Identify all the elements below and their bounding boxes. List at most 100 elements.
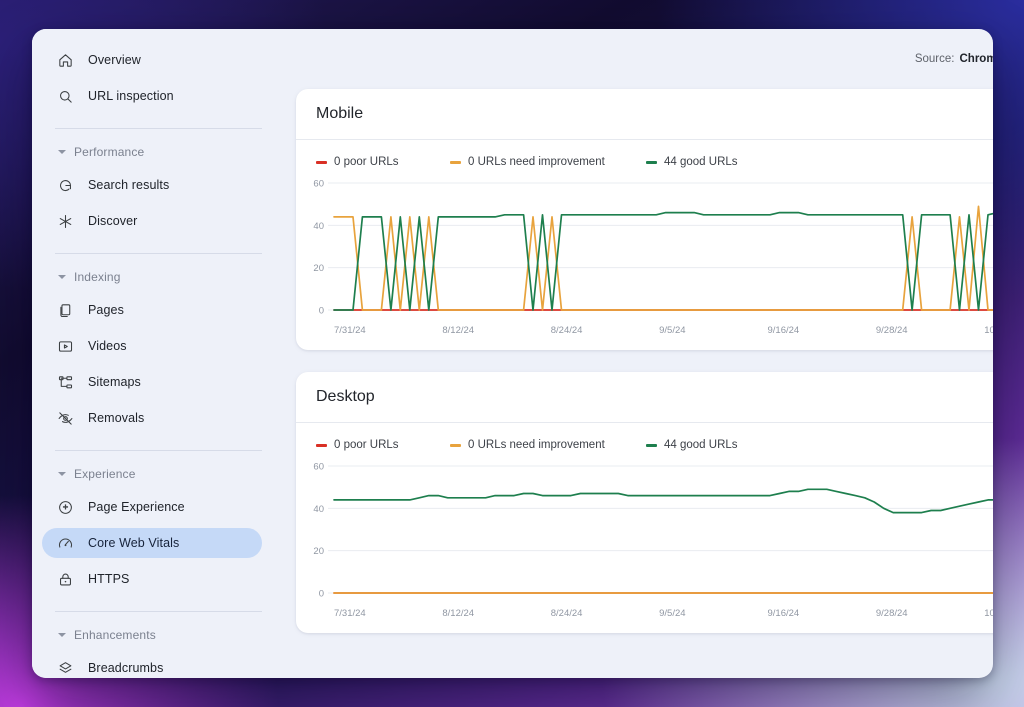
x-axis-mobile: 7/31/24 8/12/24 8/24/24 9/5/24 9/16/24 9/28/2… bbox=[296, 322, 993, 336]
legend-swatch bbox=[316, 443, 327, 447]
legend-item-2: 44 good URLs bbox=[646, 156, 738, 168]
chart-desktop: 0 20 40 60 bbox=[313, 462, 993, 600]
svg-text:0: 0 bbox=[319, 589, 324, 600]
sidebar-divider bbox=[55, 253, 262, 254]
sidebar-item-removals[interactable]: Removals bbox=[42, 403, 262, 433]
chart-mobile: 0 20 40 60 bbox=[313, 179, 993, 317]
card-title: Desktop bbox=[316, 388, 375, 405]
sidebar-group-label: Experience bbox=[74, 467, 136, 481]
x-axis-tick: 7/31/24 bbox=[334, 608, 366, 619]
sidebar-group-performance[interactable]: Performance bbox=[42, 140, 262, 164]
sidebar-item-core-web-vitals[interactable]: Core Web Vitals bbox=[42, 528, 262, 558]
legend-item-1: 0 URLs need improvement bbox=[450, 439, 646, 451]
speedometer-icon bbox=[57, 535, 74, 552]
legend-swatch bbox=[646, 160, 657, 164]
svg-text:0: 0 bbox=[319, 306, 324, 317]
svg-text:20: 20 bbox=[313, 263, 324, 274]
legend-item-1: 0 URLs need improvement bbox=[450, 156, 646, 168]
google-g-icon bbox=[57, 177, 74, 194]
svg-text:20: 20 bbox=[313, 546, 324, 557]
eye-off-icon bbox=[57, 410, 74, 427]
sidebar-group-enhancements[interactable]: Enhancements bbox=[42, 623, 262, 647]
card-header: Mobile OPEN REPORT bbox=[296, 89, 993, 140]
sidebar-group-label: Enhancements bbox=[74, 628, 156, 642]
sidebar-item-discover[interactable]: Discover bbox=[42, 206, 262, 236]
sidebar-item-label: Search results bbox=[88, 178, 170, 192]
sidebar-group-indexing[interactable]: Indexing bbox=[42, 265, 262, 289]
chart-area-mobile[interactable]: 0 20 40 60 bbox=[296, 174, 993, 322]
x-axis-tick: 8/12/24 bbox=[442, 325, 475, 336]
sidebar-item-label: URL inspection bbox=[88, 89, 174, 103]
sidebar-item-overview[interactable]: Overview bbox=[42, 45, 262, 75]
pages-icon bbox=[57, 302, 74, 319]
legend-label: 0 URLs need improvement bbox=[468, 156, 605, 168]
source-value: Chrome UX report bbox=[959, 53, 993, 65]
sidebar-item-page-experience[interactable]: Page Experience bbox=[42, 492, 262, 522]
sidebar-item-label: Sitemaps bbox=[88, 375, 141, 389]
chart-legend: 0 poor URLs 0 URLs need improvement 44 g… bbox=[296, 140, 993, 174]
video-icon bbox=[57, 338, 74, 355]
sidebar-item-label: Removals bbox=[88, 411, 145, 425]
legend-item-2: 44 good URLs bbox=[646, 439, 738, 451]
legend-swatch bbox=[316, 160, 327, 164]
sidebar-item-url-inspection[interactable]: URL inspection bbox=[42, 81, 262, 111]
sidebar-groups: Performance Search results Discover Inde… bbox=[32, 128, 286, 678]
x-axis-tick: 9/28/24 bbox=[875, 325, 908, 336]
sidebar-item-sitemaps[interactable]: Sitemaps bbox=[42, 367, 262, 397]
svg-text:60: 60 bbox=[313, 179, 324, 190]
sidebar-item-https[interactable]: HTTPS bbox=[42, 564, 262, 594]
search-console-window: Overview URL inspection Performance Sear… bbox=[32, 29, 993, 678]
legend-item-0: 0 poor URLs bbox=[316, 439, 450, 451]
x-axis-tick: 8/24/24 bbox=[550, 608, 583, 619]
source-label: Source: bbox=[914, 53, 955, 65]
sidebar-item-breadcrumbs[interactable]: Breadcrumbs bbox=[42, 653, 262, 678]
chart-area-desktop[interactable]: 0 20 40 60 bbox=[296, 457, 993, 605]
main-content: Source: Chrome UX report ? Last updated:… bbox=[286, 29, 993, 678]
x-axis-tick: 7/31/24 bbox=[334, 325, 366, 336]
sidebar-divider bbox=[55, 450, 262, 451]
x-axis-tick: 9/5/24 bbox=[659, 608, 686, 619]
sidebar-divider bbox=[55, 128, 262, 129]
legend-swatch bbox=[646, 443, 657, 447]
legend-label: 44 good URLs bbox=[664, 156, 738, 168]
sidebar-item-search-results[interactable]: Search results bbox=[42, 170, 262, 200]
lock-icon bbox=[57, 571, 74, 588]
svg-text:40: 40 bbox=[313, 504, 324, 515]
sidebar-item-pages[interactable]: Pages bbox=[42, 295, 262, 325]
sidebar-group-label: Performance bbox=[74, 145, 145, 159]
sidebar-group-label: Indexing bbox=[74, 270, 121, 284]
layers-icon bbox=[57, 660, 74, 677]
sidebar-item-label: Discover bbox=[88, 214, 138, 228]
chevron-down-icon bbox=[58, 150, 66, 154]
page-experience-icon bbox=[57, 499, 74, 516]
home-icon bbox=[57, 52, 74, 69]
sidebar-item-label: Videos bbox=[88, 339, 127, 353]
card-title: Mobile bbox=[316, 105, 364, 122]
sidebar-item-videos[interactable]: Videos bbox=[42, 331, 262, 361]
sidebar-item-label: Breadcrumbs bbox=[88, 661, 164, 675]
legend-item-0: 0 poor URLs bbox=[316, 156, 450, 168]
card-desktop: Desktop OPEN REPORT 0 poor URLs 0 URLs n… bbox=[296, 372, 993, 633]
x-axis-tick: 9/16/24 bbox=[767, 608, 800, 619]
chevron-down-icon bbox=[58, 633, 66, 637]
chevron-down-icon bbox=[58, 472, 66, 476]
sidebar-group-experience[interactable]: Experience bbox=[42, 462, 262, 486]
legend-swatch bbox=[450, 443, 461, 447]
x-axis-tick: 10/10/24 bbox=[984, 325, 993, 336]
card-header: Desktop OPEN REPORT bbox=[296, 372, 993, 423]
x-axis-tick: 8/24/24 bbox=[550, 325, 583, 336]
topbar: Source: Chrome UX report ? Last updated:… bbox=[296, 29, 993, 89]
sidebar-top-section: Overview URL inspection bbox=[32, 45, 286, 117]
x-axis-tick: 10/10/24 bbox=[984, 608, 993, 619]
sidebar-item-label: HTTPS bbox=[88, 572, 130, 586]
sidebar: Overview URL inspection Performance Sear… bbox=[32, 29, 286, 678]
search-icon bbox=[57, 88, 74, 105]
cards-container: Mobile OPEN REPORT 0 poor URLs 0 URLs ne… bbox=[296, 89, 993, 633]
legend-label: 0 URLs need improvement bbox=[468, 439, 605, 451]
x-axis-tick: 9/16/24 bbox=[767, 325, 800, 336]
x-axis-tick: 9/28/24 bbox=[875, 608, 908, 619]
legend-label: 0 poor URLs bbox=[334, 156, 399, 168]
x-axis-tick: 9/5/24 bbox=[659, 325, 686, 336]
legend-swatch bbox=[450, 160, 461, 164]
x-axis-desktop: 7/31/24 8/12/24 8/24/24 9/5/24 9/16/24 9/28/2… bbox=[296, 605, 993, 619]
